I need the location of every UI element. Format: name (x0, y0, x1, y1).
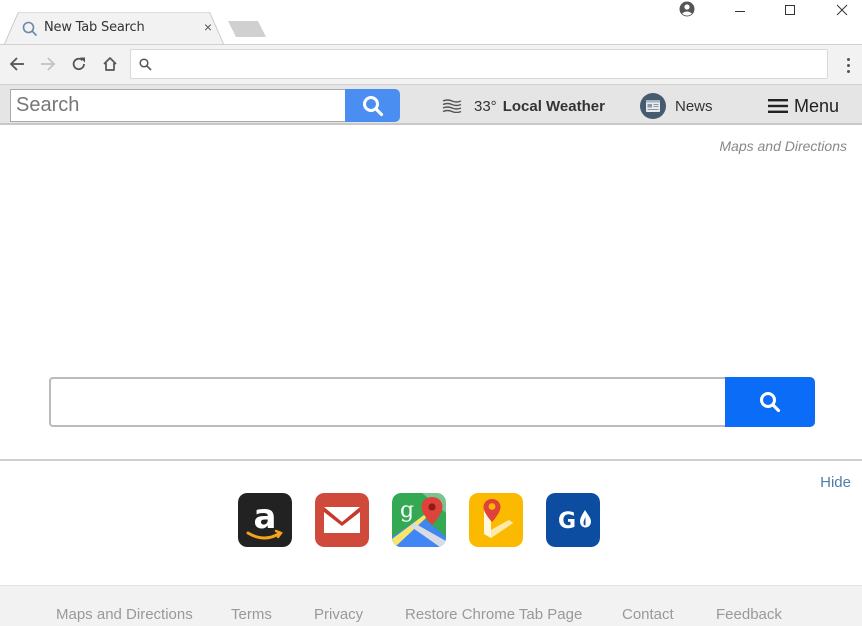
footer-link-restore[interactable]: Restore Chrome Tab Page (405, 606, 582, 623)
footer-link-maps[interactable]: Maps and Directions (56, 606, 193, 623)
home-button[interactable] (99, 53, 121, 75)
weather-haze-icon (442, 99, 462, 113)
footer-link-privacy[interactable]: Privacy (314, 606, 363, 623)
app-amazon[interactable]: a (238, 493, 292, 547)
weather-label: Local Weather (502, 97, 605, 115)
reload-button[interactable] (68, 53, 90, 75)
tab-title: New Tab Search (44, 20, 145, 35)
newspaper-icon (640, 93, 666, 119)
header-search-input[interactable] (10, 89, 346, 122)
search-icon (22, 21, 38, 37)
browser-menu-icon[interactable] (838, 54, 858, 76)
arrow-right-icon (41, 57, 56, 71)
amazon-icon: a (238, 493, 292, 547)
maximize-button[interactable] (775, 0, 805, 18)
search-icon (139, 58, 152, 71)
close-window-button[interactable] (827, 0, 857, 18)
footer: Maps and Directions Terms Privacy Restor… (0, 585, 862, 626)
news-label: News (675, 97, 713, 115)
hamburger-icon (768, 99, 788, 113)
weather-temperature: 33° (474, 97, 497, 115)
profile-icon[interactable] (672, 0, 702, 18)
new-tab-button[interactable] (228, 20, 266, 38)
weather-widget[interactable]: 33° Local Weather (442, 91, 605, 121)
browser-titlebar: New Tab Search × (0, 0, 862, 45)
app-mail[interactable] (315, 493, 369, 547)
news-link[interactable]: News (640, 91, 713, 121)
footer-link-terms[interactable]: Terms (231, 606, 272, 623)
header-search-button[interactable] (345, 89, 400, 122)
arrow-left-icon (9, 57, 24, 71)
maps-and-directions-link[interactable]: Maps and Directions (719, 138, 847, 154)
svg-text:a: a (254, 497, 277, 537)
address-input[interactable] (159, 53, 819, 75)
address-bar[interactable] (130, 49, 828, 79)
svg-text:g: g (400, 498, 414, 523)
extension-header: 33° Local Weather News Menu (0, 84, 862, 125)
reload-icon (72, 57, 85, 71)
search-icon (760, 392, 781, 413)
svg-text:G: G (558, 509, 576, 534)
google-maps-icon: g (392, 493, 446, 547)
hide-apps-link[interactable]: Hide (820, 474, 851, 491)
mail-icon (315, 493, 369, 547)
menu-label: Menu (794, 95, 840, 116)
maps-pin-icon (469, 493, 523, 547)
app-gasbuddy[interactable]: G (546, 493, 600, 547)
minimize-button[interactable] (725, 0, 755, 18)
search-icon (362, 95, 383, 116)
tab-new-tab-search[interactable]: New Tab Search × (4, 12, 224, 45)
footer-link-feedback[interactable]: Feedback (716, 606, 782, 623)
main-search-input[interactable] (49, 377, 726, 427)
browser-toolbar (0, 44, 862, 84)
tab-close-icon[interactable]: × (200, 18, 216, 36)
section-divider (0, 459, 862, 461)
footer-link-contact[interactable]: Contact (622, 606, 674, 623)
app-google-maps[interactable]: g (392, 493, 446, 547)
forward-button[interactable] (37, 53, 59, 75)
menu-button[interactable]: Menu (768, 91, 839, 121)
home-icon (103, 57, 117, 71)
gas-icon: G (546, 493, 600, 547)
app-shortcuts: a g G (238, 493, 600, 547)
back-button[interactable] (6, 53, 28, 75)
main-search-button[interactable] (725, 377, 815, 427)
app-maps[interactable] (469, 493, 523, 547)
